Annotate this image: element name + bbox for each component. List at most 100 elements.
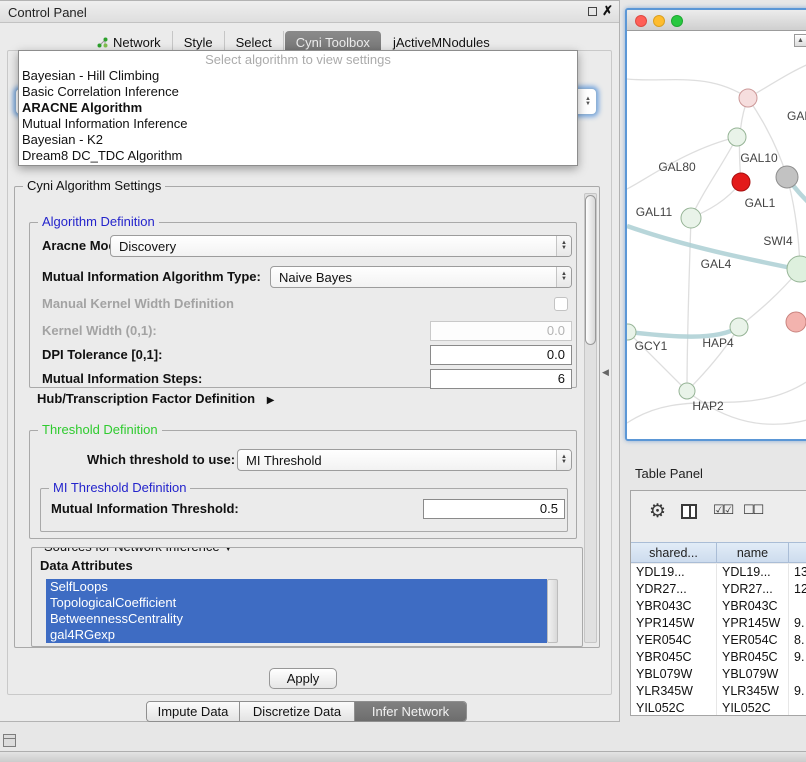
network-node[interactable] [681, 208, 701, 228]
attributes-scrollbar[interactable] [547, 579, 558, 643]
sources-section-toggle[interactable]: Sources for Network Inference ▼ [40, 547, 237, 556]
table-cell: YBR043C [631, 598, 717, 615]
table-cell: 12 [789, 581, 806, 598]
tab-infer-network[interactable]: Infer Network [355, 702, 466, 721]
network-node[interactable] [787, 256, 806, 282]
mi-algorithm-type-value: Naive Bayes [271, 270, 556, 285]
node-label: GAL10 [740, 151, 778, 165]
settings-gear-icon[interactable]: ⚙ [649, 501, 666, 523]
network-node[interactable] [739, 89, 757, 107]
table-row[interactable]: YDL19...YDL19...13 [631, 564, 806, 581]
node-label: GAL80 [658, 160, 696, 174]
manual-kernel-checkbox[interactable] [554, 297, 568, 311]
tab-label: Network [113, 35, 161, 50]
which-threshold-select[interactable]: MI Threshold ▲▼ [237, 449, 572, 471]
table-row[interactable]: YPR145WYPR145W9. [631, 615, 806, 632]
algorithm-option[interactable]: Basic Correlation Inference [19, 84, 577, 100]
bottom-scrollbar[interactable] [0, 751, 806, 762]
mi-steps-field[interactable]: 6 [430, 369, 572, 389]
column-header-extra[interactable] [789, 543, 806, 562]
dpi-tolerance-field[interactable]: 0.0 [430, 345, 572, 365]
select-all-icon[interactable]: ☑☑ [713, 502, 732, 518]
table-cell: YIL052C [631, 700, 717, 716]
aracne-mode-value: Discovery [111, 239, 556, 254]
algorithm-option[interactable]: Dream8 DC_TDC Algorithm [19, 148, 577, 164]
node-label: GAL [787, 109, 806, 123]
hub-section-toggle[interactable]: Hub/Transcription Factor Definition ▶ [37, 389, 274, 407]
kernel-width-field[interactable]: 0.0 [430, 321, 572, 341]
mi-threshold-group: MI Threshold Definition Mutual Informati… [40, 488, 568, 532]
table-cell: 8. [789, 632, 806, 649]
node-label: GAL1 [745, 196, 776, 210]
deselect-all-icon[interactable]: ☐☐ [743, 502, 762, 518]
columns-icon[interactable] [681, 504, 697, 519]
attribute-item[interactable]: SelfLoops [46, 579, 547, 595]
network-node[interactable] [728, 128, 746, 146]
tab-discretize-data[interactable]: Discretize Data [240, 702, 355, 721]
column-header-shared[interactable]: shared... [631, 543, 717, 562]
network-node[interactable] [730, 318, 748, 336]
scrollbar-thumb[interactable] [585, 195, 596, 345]
table-row[interactable]: YBR043CYBR043C [631, 598, 806, 615]
tab-impute-data[interactable]: Impute Data [147, 702, 240, 721]
network-node[interactable] [776, 166, 798, 188]
network-node[interactable] [786, 312, 806, 332]
table-row[interactable]: YER054CYER054C8. [631, 632, 806, 649]
table-cell: YER054C [717, 632, 789, 649]
tab-label: Select [236, 35, 272, 50]
node-label: GCY1 [635, 339, 668, 353]
algorithm-option[interactable]: Mutual Information Inference [19, 116, 577, 132]
close-icon[interactable]: ✗ [602, 3, 613, 19]
table-row[interactable]: YDR27...YDR27...12 [631, 581, 806, 598]
network-edge [748, 63, 806, 98]
which-threshold-label: Which threshold to use: [87, 450, 235, 470]
combo-stepper-icon: ▲▼ [556, 450, 571, 470]
algorithm-definition-group: Algorithm Definition Aracne Mode: Discov… [29, 222, 577, 388]
table-body: YDL19...YDL19...13YDR27...YDR27...12YBR0… [631, 564, 806, 715]
algorithm-option[interactable]: ARACNE Algorithm [19, 100, 577, 116]
network-canvas-svg: GALGAL80GAL10GAL11GAL1SWI4GAL4GCY1HAP4HA… [627, 31, 806, 441]
table-cell: YPR145W [631, 615, 717, 632]
close-traffic-light-icon[interactable] [635, 15, 647, 27]
attribute-item[interactable]: TopologicalCoefficient [46, 595, 547, 611]
network-node[interactable] [627, 324, 636, 340]
collapsed-panel-icon[interactable] [3, 734, 16, 747]
mi-steps-label: Mutual Information Steps: [42, 369, 202, 389]
scroll-up-button[interactable]: ▲ [794, 34, 806, 47]
hub-section-label: Hub/Transcription Factor Definition [37, 391, 255, 406]
minimize-traffic-light-icon[interactable] [653, 15, 665, 27]
algorithm-option[interactable]: Bayesian - K2 [19, 132, 577, 148]
column-header-name[interactable]: name [717, 543, 789, 562]
group-title-mi-threshold: MI Threshold Definition [49, 480, 190, 495]
data-attributes-list: SelfLoopsTopologicalCoefficientBetweenne… [46, 579, 547, 643]
table-cell: YLR345W [631, 683, 717, 700]
settings-scrollbar[interactable] [584, 193, 597, 643]
table-panel-window: ⚙ ☑☑ ☐☐ shared... name YDL19...YDL19...1… [630, 490, 806, 716]
apply-button[interactable]: Apply [269, 668, 337, 689]
network-node[interactable] [732, 173, 750, 191]
network-node[interactable] [679, 383, 695, 399]
attribute-item[interactable]: BetweennessCentrality [46, 611, 547, 627]
algorithm-option[interactable]: Bayesian - Hill Climbing [19, 68, 577, 84]
bottom-tab-bar: Impute Data Discretize Data Infer Networ… [146, 701, 467, 722]
table-row[interactable]: YBL079WYBL079W [631, 666, 806, 683]
table-row[interactable]: YLR345WYLR345W9. [631, 683, 806, 700]
zoom-traffic-light-icon[interactable] [671, 15, 683, 27]
network-canvas[interactable]: GALGAL80GAL10GAL11GAL1SWI4GAL4GCY1HAP4HA… [627, 31, 806, 439]
attribute-item[interactable]: gal4RGexp [46, 627, 547, 643]
aracne-mode-select[interactable]: Discovery ▲▼ [110, 235, 572, 257]
table-row[interactable]: YIL052CYIL052C [631, 700, 806, 716]
mi-algorithm-type-select[interactable]: Naive Bayes ▲▼ [270, 266, 572, 288]
network-edge [748, 98, 787, 177]
table-row[interactable]: YBR045CYBR045C9. [631, 649, 806, 666]
dpi-tolerance-label: DPI Tolerance [0,1]: [42, 345, 162, 365]
network-window-titlebar[interactable] [627, 10, 806, 31]
mi-threshold-field[interactable]: 0.5 [423, 499, 565, 519]
node-label: GAL4 [701, 257, 732, 271]
data-attributes-label: Data Attributes [40, 556, 133, 576]
threshold-definition-group: Threshold Definition Which threshold to … [29, 430, 577, 539]
table-cell: 9. [789, 615, 806, 632]
float-window-icon[interactable] [588, 7, 597, 16]
splitter-collapse-handle[interactable]: ◀ [602, 367, 609, 378]
table-toolbar: ⚙ ☑☑ ☐☐ [631, 491, 806, 537]
